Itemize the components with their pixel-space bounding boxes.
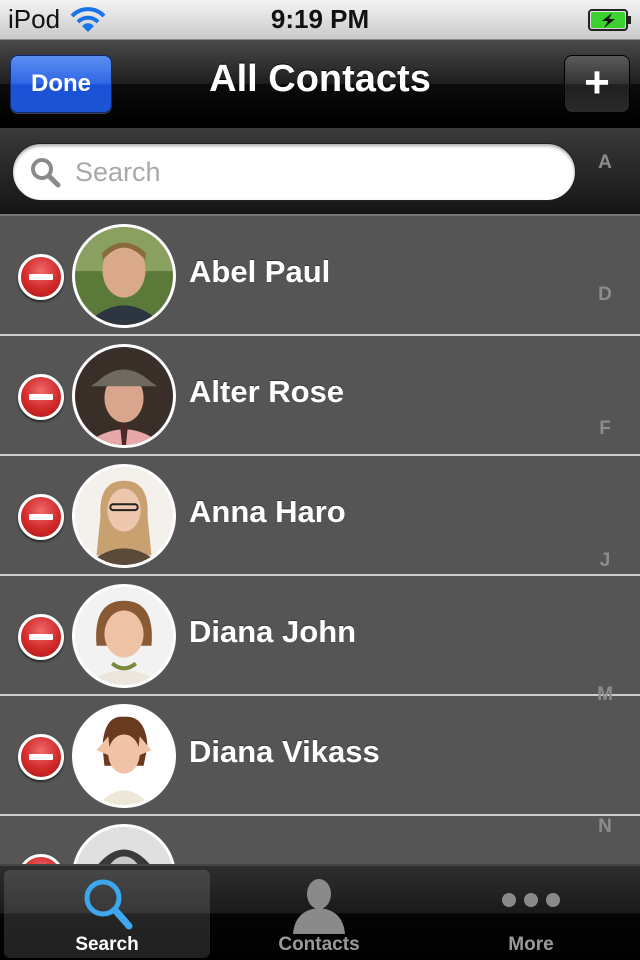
index-letter[interactable]: F xyxy=(590,418,620,440)
search-bar xyxy=(0,128,640,216)
contact-list[interactable]: Abel Paul Alter Rose Anna Haro Diana Joh… xyxy=(0,216,640,864)
index-letter[interactable]: M xyxy=(590,684,620,706)
avatar xyxy=(72,824,176,864)
tab-search[interactable]: Search xyxy=(4,870,210,958)
contact-name: Abel Paul xyxy=(189,254,331,289)
tab-bar: Search Contacts More xyxy=(0,864,640,960)
tab-more[interactable]: More xyxy=(428,870,634,958)
contact-row[interactable] xyxy=(0,816,640,864)
tab-label: More xyxy=(508,934,554,955)
index-letter[interactable]: A xyxy=(590,152,620,174)
index-letter[interactable]: D xyxy=(590,284,620,306)
contact-name: Diana John xyxy=(189,614,357,649)
delete-minus-icon[interactable] xyxy=(18,734,64,780)
status-bar: iPod 9:19 PM xyxy=(0,0,640,40)
tab-contacts[interactable]: Contacts xyxy=(216,870,422,958)
search-field[interactable] xyxy=(12,143,576,201)
page-title: All Contacts xyxy=(209,58,431,100)
clock: 9:19 PM xyxy=(270,4,370,34)
search-icon xyxy=(75,874,139,934)
contact-row[interactable]: Abel Paul xyxy=(0,216,640,336)
delete-minus-icon[interactable] xyxy=(18,854,64,864)
delete-minus-icon[interactable] xyxy=(18,614,64,660)
tab-label: Search xyxy=(75,934,139,955)
navigation-bar: Done All Contacts + xyxy=(0,40,640,128)
add-contact-button[interactable]: + xyxy=(564,55,630,113)
person-icon xyxy=(287,874,351,934)
avatar xyxy=(72,704,176,808)
avatar xyxy=(72,464,176,568)
contact-name: Anna Haro xyxy=(189,494,346,529)
section-index[interactable]: A D F J M N xyxy=(590,150,620,850)
avatar xyxy=(72,224,176,328)
delete-minus-icon[interactable] xyxy=(18,374,64,420)
avatar xyxy=(72,344,176,448)
tab-label: Contacts xyxy=(278,934,360,955)
search-input[interactable] xyxy=(75,152,555,192)
contact-row[interactable]: Diana John xyxy=(0,576,640,696)
more-dots-icon xyxy=(499,874,563,934)
index-letter[interactable]: J xyxy=(590,550,620,572)
delete-minus-icon[interactable] xyxy=(18,494,64,540)
contact-name: Alter Rose xyxy=(189,374,345,409)
contact-row[interactable]: Alter Rose xyxy=(0,336,640,456)
contact-row[interactable]: Anna Haro xyxy=(0,456,640,576)
contact-name: Diana Vikass xyxy=(189,734,380,769)
index-letter[interactable]: N xyxy=(590,816,620,838)
avatar xyxy=(72,584,176,688)
delete-minus-icon[interactable] xyxy=(18,254,64,300)
contact-row[interactable]: Diana Vikass xyxy=(0,696,640,816)
search-icon xyxy=(29,156,61,188)
battery-charging-icon xyxy=(588,9,632,31)
